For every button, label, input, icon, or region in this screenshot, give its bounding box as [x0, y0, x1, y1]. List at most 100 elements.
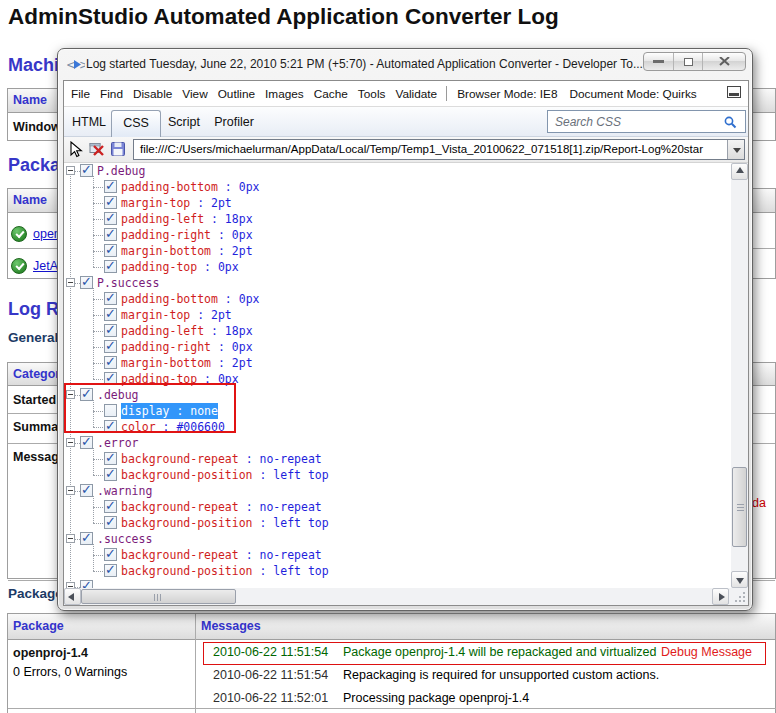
vertical-scrollbar[interactable] — [731, 163, 748, 588]
rule-checkbox[interactable] — [80, 484, 93, 497]
css-property-row[interactable]: margin-top : 2pt — [64, 307, 724, 323]
dock-icon[interactable] — [727, 86, 741, 101]
menu-item-validate[interactable]: Validate — [390, 87, 442, 101]
property-checkbox[interactable] — [104, 260, 117, 273]
tree-collapse-icon[interactable] — [66, 166, 75, 175]
property-label[interactable]: background-repeat : no-repeat — [121, 451, 322, 467]
property-label[interactable]: padding-right : 0px — [121, 227, 253, 243]
menu-item-find[interactable]: Find — [95, 87, 128, 101]
menu-item-outline[interactable]: Outline — [213, 87, 260, 101]
css-property-row[interactable]: background-repeat : no-repeat — [64, 547, 724, 563]
menu-item-disable[interactable]: Disable — [128, 87, 177, 101]
property-label[interactable]: margin-top : 2pt — [121, 307, 232, 323]
tab-profiler[interactable]: Profiler — [208, 107, 260, 137]
css-property-row[interactable]: margin-bottom : 2pt — [64, 243, 724, 259]
css-rule-row[interactable]: .error — [64, 435, 724, 451]
property-checkbox[interactable] — [104, 516, 117, 529]
css-property-row[interactable]: background-position : left top — [64, 467, 724, 483]
minimize-button[interactable] — [644, 53, 673, 70]
css-property-row[interactable]: padding-bottom : 0px — [64, 291, 724, 307]
property-checkbox[interactable] — [104, 468, 117, 481]
css-property-row[interactable]: margin-bottom : 2pt — [64, 355, 724, 371]
restore-button[interactable] — [673, 53, 702, 70]
property-label[interactable]: padding-right : 0px — [121, 339, 253, 355]
address-dropdown-button[interactable] — [727, 140, 744, 159]
property-checkbox[interactable] — [104, 180, 117, 193]
rule-checkbox[interactable] — [80, 580, 93, 588]
property-label[interactable]: padding-bottom : 0px — [121, 179, 259, 195]
css-property-row[interactable]: background-position : left top — [64, 563, 724, 579]
rule-checkbox[interactable] — [80, 436, 93, 449]
search-box[interactable]: Search CSS — [547, 110, 746, 133]
clear-cache-icon[interactable] — [89, 142, 106, 157]
property-label[interactable]: background-repeat : no-repeat — [121, 547, 322, 563]
property-label[interactable]: margin-bottom : 2pt — [121, 355, 253, 371]
menu-item-file[interactable]: File — [64, 87, 95, 101]
css-rule-row[interactable]: P.success — [64, 275, 724, 291]
address-combo[interactable]: file:///C:/Users/michaelurman/AppData/Lo… — [133, 139, 745, 160]
property-label[interactable]: margin-top : 2pt — [121, 195, 232, 211]
tree-collapse-icon[interactable] — [66, 486, 75, 495]
property-label[interactable]: padding-left : 18px — [121, 211, 253, 227]
css-property-row[interactable]: padding-left : 18px — [64, 211, 724, 227]
css-property-row[interactable]: padding-right : 0px — [64, 339, 724, 355]
scroll-down-button[interactable] — [731, 571, 748, 588]
property-label[interactable]: background-position : left top — [121, 467, 329, 483]
property-checkbox[interactable] — [104, 356, 117, 369]
property-checkbox[interactable] — [104, 228, 117, 241]
css-property-row[interactable]: padding-right : 0px — [64, 227, 724, 243]
close-button[interactable] — [702, 53, 745, 70]
css-rule-row[interactable]: .success — [64, 531, 724, 547]
property-checkbox[interactable] — [104, 324, 117, 337]
property-label[interactable]: padding-left : 18px — [121, 323, 253, 339]
select-element-cursor-icon[interactable] — [68, 141, 84, 158]
property-checkbox[interactable] — [104, 292, 117, 305]
menu-item-tools[interactable]: Tools — [353, 87, 391, 101]
property-label[interactable]: padding-bottom : 0px — [121, 291, 259, 307]
property-label[interactable]: background-position : left top — [121, 563, 329, 579]
tab-css[interactable]: CSS — [111, 110, 161, 137]
rule-checkbox[interactable] — [80, 276, 93, 289]
css-property-row[interactable]: background-repeat : no-repeat — [64, 451, 724, 467]
search-icon[interactable] — [724, 116, 738, 130]
property-checkbox[interactable] — [104, 564, 117, 577]
menu-item-cache[interactable]: Cache — [309, 87, 353, 101]
vertical-scroll-thumb[interactable] — [732, 467, 747, 547]
property-label[interactable]: padding-top : 0px — [121, 259, 239, 275]
menu-item-view[interactable]: View — [177, 87, 212, 101]
property-checkbox[interactable] — [104, 212, 117, 225]
property-checkbox[interactable] — [104, 244, 117, 257]
css-property-row[interactable]: padding-left : 18px — [64, 323, 724, 339]
css-property-row[interactable]: padding-top : 0px — [64, 259, 724, 275]
resize-grip[interactable] — [731, 588, 748, 605]
tab-html[interactable]: HTML — [66, 107, 112, 137]
css-rule-row[interactable] — [64, 579, 724, 588]
tree-collapse-icon[interactable] — [66, 438, 75, 447]
horizontal-scroll-thumb[interactable] — [81, 589, 236, 604]
save-icon[interactable] — [111, 142, 125, 156]
property-checkbox[interactable] — [104, 500, 117, 513]
css-property-row[interactable]: background-position : left top — [64, 515, 724, 531]
scroll-right-button[interactable] — [712, 588, 729, 605]
property-checkbox[interactable] — [104, 340, 117, 353]
menu-item-images[interactable]: Images — [260, 87, 309, 101]
property-checkbox[interactable] — [104, 548, 117, 561]
css-property-row[interactable]: padding-bottom : 0px — [64, 179, 724, 195]
css-property-row[interactable]: background-repeat : no-repeat — [64, 499, 724, 515]
rule-checkbox[interactable] — [80, 164, 93, 177]
tree-collapse-icon[interactable] — [66, 534, 75, 543]
property-label[interactable]: margin-bottom : 2pt — [121, 243, 253, 259]
css-property-row[interactable]: margin-top : 2pt — [64, 195, 724, 211]
property-label[interactable]: background-repeat : no-repeat — [121, 499, 322, 515]
css-rule-row[interactable]: P.debug — [64, 163, 724, 179]
property-checkbox[interactable] — [104, 196, 117, 209]
scroll-up-button[interactable] — [731, 163, 748, 180]
rule-checkbox[interactable] — [80, 532, 93, 545]
property-checkbox[interactable] — [104, 308, 117, 321]
scroll-left-button[interactable] — [64, 588, 81, 605]
tab-script[interactable]: Script — [163, 107, 205, 137]
property-label[interactable]: background-position : left top — [121, 515, 329, 531]
css-rule-row[interactable]: .warning — [64, 483, 724, 499]
tree-collapse-icon[interactable] — [66, 278, 75, 287]
horizontal-scrollbar[interactable] — [64, 588, 748, 605]
